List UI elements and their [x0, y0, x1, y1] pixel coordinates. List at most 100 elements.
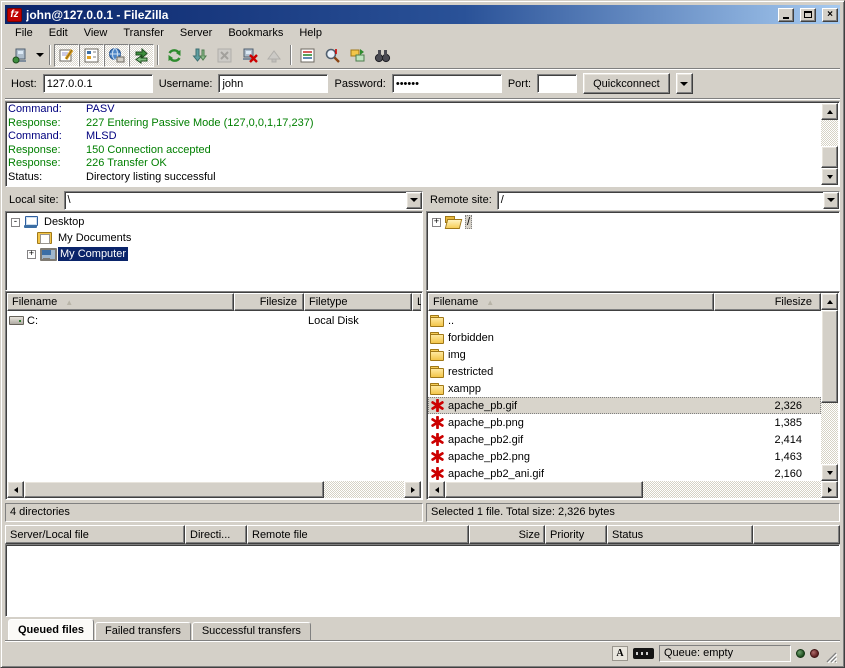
local-horizontal-scrollbar[interactable]	[7, 481, 421, 498]
menu-edit[interactable]: Edit	[41, 25, 76, 41]
log-line: Response:226 Transfer OK	[8, 157, 819, 171]
scroll-up-button[interactable]	[821, 103, 838, 120]
collapse-icon[interactable]: -	[11, 218, 20, 227]
site-manager-dropdown-button[interactable]	[33, 44, 46, 67]
transfer-type-icon[interactable]: A	[612, 646, 628, 661]
disconnect-icon	[241, 47, 258, 64]
scrollbar-thumb[interactable]	[445, 481, 643, 498]
resize-grip[interactable]	[824, 650, 837, 663]
binoculars-icon	[374, 47, 391, 64]
local-directory-tree: - Desktop My Documents + My Computer	[5, 211, 423, 291]
expand-icon[interactable]: +	[432, 218, 441, 227]
column-header-last-modified[interactable]: L	[412, 293, 421, 311]
menu-file[interactable]: File	[7, 25, 41, 41]
remote-file-row[interactable]: apache_pb.png 1,385	[428, 414, 821, 431]
synchronized-browsing-button[interactable]	[370, 44, 395, 67]
close-button[interactable]: ×	[822, 8, 838, 22]
remote-file-row[interactable]: restricted	[428, 363, 821, 380]
tab-successful-transfers[interactable]: Successful transfers	[192, 622, 311, 640]
scrollbar-thumb[interactable]	[821, 310, 838, 403]
disconnect-button[interactable]	[237, 44, 262, 67]
scrollbar-thumb[interactable]	[24, 481, 324, 498]
local-site-combo[interactable]: \	[64, 191, 423, 210]
remote-horizontal-scrollbar[interactable]	[428, 481, 838, 498]
quickconnect-dropdown-button[interactable]	[676, 73, 693, 94]
column-header-remote-file[interactable]: Remote file	[247, 525, 469, 544]
toggle-message-log-button[interactable]	[54, 44, 79, 67]
scroll-down-button[interactable]	[821, 464, 838, 481]
directory-comparison-button[interactable]	[345, 44, 370, 67]
column-header-server-local-file[interactable]: Server/Local file	[5, 525, 185, 544]
remote-file-row[interactable]: ..	[428, 312, 821, 329]
remote-file-row[interactable]: forbidden	[428, 329, 821, 346]
remote-file-row[interactable]: apache_pb2.gif 2,414	[428, 431, 821, 448]
toggle-transfer-queue-button[interactable]	[129, 44, 154, 67]
titlebar[interactable]: fz john@127.0.0.1 - FileZilla ×	[5, 5, 840, 24]
host-input[interactable]	[43, 74, 153, 93]
column-header-size[interactable]: Size	[469, 525, 545, 544]
scroll-up-button[interactable]	[821, 293, 838, 310]
tree-item-root[interactable]: + /	[428, 214, 838, 230]
menu-help[interactable]: Help	[291, 25, 330, 41]
site-manager-button[interactable]	[8, 44, 33, 67]
column-header-filename[interactable]: Filename▲	[7, 293, 234, 311]
remote-vertical-scrollbar[interactable]	[821, 293, 838, 481]
scroll-right-button[interactable]	[821, 481, 838, 498]
reconnect-button[interactable]	[262, 44, 287, 67]
remote-file-list: Filename▲ Filesize .. forbidden	[426, 291, 840, 500]
dropdown-arrow-icon	[410, 198, 418, 202]
column-header-priority[interactable]: Priority	[545, 525, 607, 544]
directory-listing-filters-button[interactable]	[295, 44, 320, 67]
column-header-filesize[interactable]: Filesize	[714, 293, 821, 311]
port-input[interactable]	[537, 74, 577, 93]
menu-bookmarks[interactable]: Bookmarks	[220, 25, 291, 41]
column-header-status[interactable]: Status	[607, 525, 753, 544]
remote-file-row[interactable]: apache_pb2.png 1,463	[428, 448, 821, 465]
tree-item-my-documents[interactable]: My Documents	[7, 230, 421, 246]
local-site-value: \	[65, 192, 406, 209]
tab-failed-transfers[interactable]: Failed transfers	[95, 622, 191, 640]
column-header-filename[interactable]: Filename▲	[428, 293, 714, 311]
remote-file-row-selected[interactable]: apache_pb.gif 2,326	[428, 397, 821, 414]
tree-item-desktop[interactable]: - Desktop	[7, 214, 421, 230]
remote-file-row[interactable]: xampp	[428, 380, 821, 397]
log-vertical-scrollbar[interactable]	[821, 103, 838, 185]
quickconnect-button[interactable]: Quickconnect	[583, 73, 670, 94]
remote-site-combo[interactable]: /	[497, 191, 840, 210]
scrollbar-thumb[interactable]	[821, 146, 838, 168]
username-label: Username:	[159, 78, 213, 90]
column-header-direction[interactable]: Directi...	[185, 525, 247, 544]
toggle-local-tree-button[interactable]	[79, 44, 104, 67]
password-input[interactable]	[392, 74, 502, 93]
local-file-row[interactable]: C: Local Disk	[7, 312, 421, 329]
combo-dropdown-button[interactable]	[823, 192, 839, 209]
file-search-button[interactable]	[320, 44, 345, 67]
maximize-button[interactable]	[800, 8, 816, 22]
cancel-operation-button[interactable]	[212, 44, 237, 67]
scroll-left-button[interactable]	[7, 481, 24, 498]
tree-item-my-computer[interactable]: + My Computer	[7, 246, 421, 262]
process-queue-button[interactable]	[187, 44, 212, 67]
minimize-button[interactable]	[778, 8, 794, 22]
username-input[interactable]	[218, 74, 328, 93]
scroll-left-button[interactable]	[428, 481, 445, 498]
expand-icon[interactable]: +	[27, 250, 36, 259]
scroll-right-button[interactable]	[404, 481, 421, 498]
remote-file-row[interactable]: apache_pb2_ani.gif 2,160	[428, 465, 821, 481]
queue-list[interactable]	[5, 544, 840, 617]
tab-queued-files[interactable]: Queued files	[8, 619, 94, 640]
toolbar-separator	[290, 45, 292, 65]
speed-limit-badge-icon[interactable]	[633, 648, 654, 659]
menu-server[interactable]: Server	[172, 25, 220, 41]
refresh-button[interactable]	[162, 44, 187, 67]
column-header-filetype[interactable]: Filetype	[304, 293, 412, 311]
scroll-down-button[interactable]	[821, 168, 838, 185]
dropdown-arrow-icon	[827, 198, 835, 202]
combo-dropdown-button[interactable]	[406, 192, 422, 209]
toggle-remote-tree-button[interactable]	[104, 44, 129, 67]
menu-transfer[interactable]: Transfer	[115, 25, 172, 41]
menu-view[interactable]: View	[76, 25, 116, 41]
password-label: Password:	[334, 78, 385, 90]
column-header-filesize[interactable]: Filesize	[234, 293, 304, 311]
remote-file-row[interactable]: img	[428, 346, 821, 363]
